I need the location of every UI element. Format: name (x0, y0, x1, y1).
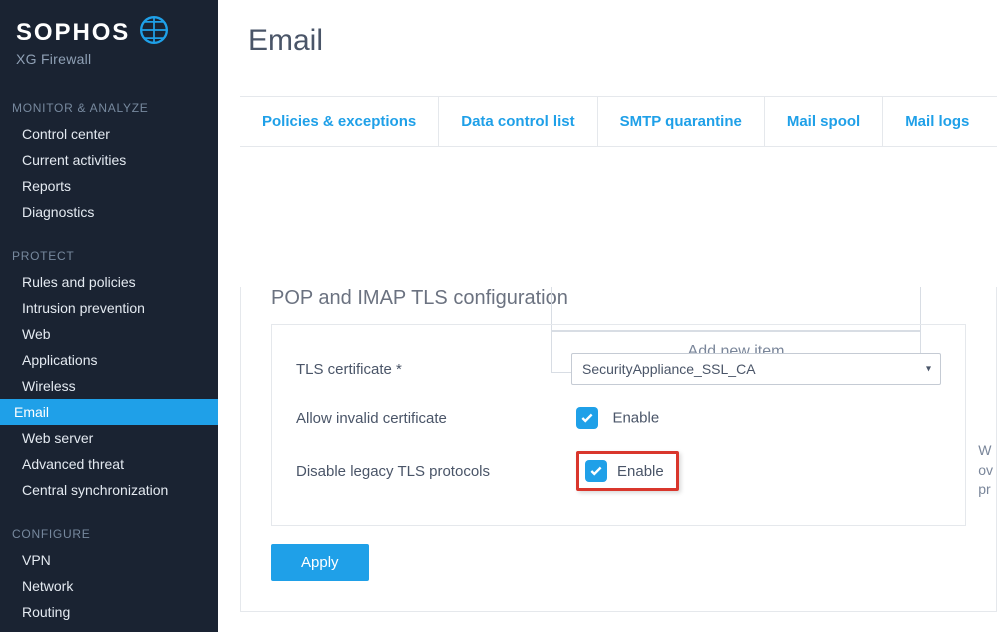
sidebar-item-web[interactable]: Web (0, 321, 218, 347)
sidebar-item-advanced-threat[interactable]: Advanced threat (0, 451, 218, 477)
sidebar-item-network[interactable]: Network (0, 573, 218, 599)
disable-legacy-text: Enable (617, 463, 664, 480)
apply-button[interactable]: Apply (271, 544, 369, 581)
tab-smtp-quarantine[interactable]: SMTP quarantine (598, 97, 765, 146)
sidebar-item-reports[interactable]: Reports (0, 173, 218, 199)
main-content: Email Policies & exceptionsData control … (218, 0, 997, 632)
sidebar-item-wireless[interactable]: Wireless (0, 373, 218, 399)
tab-data-control-list[interactable]: Data control list (439, 97, 597, 146)
tab-bar: Policies & exceptionsData control listSM… (240, 96, 997, 147)
allow-invalid-row: Allow invalid certificate Enable (296, 407, 941, 429)
nav-section-header: MONITOR & ANALYZE (0, 97, 218, 121)
tls-certificate-row: TLS certificate * SecurityAppliance_SSL_… (296, 353, 941, 385)
sidebar-item-vpn[interactable]: VPN (0, 547, 218, 573)
sidebar-item-email[interactable]: Email (0, 399, 218, 425)
sidebar-item-central-synchronization[interactable]: Central synchronization (0, 477, 218, 503)
sidebar-item-web-server[interactable]: Web server (0, 425, 218, 451)
tls-certificate-select[interactable]: SecurityAppliance_SSL_CA (571, 353, 941, 385)
disable-legacy-label: Disable legacy TLS protocols (296, 463, 576, 480)
tab-mail-logs[interactable]: Mail logs (883, 97, 991, 146)
highlight-box: Enable (576, 451, 679, 491)
nav-section-header: PROTECT (0, 245, 218, 269)
disable-legacy-checkbox[interactable] (585, 460, 607, 482)
page-title: Email (218, 0, 997, 76)
sidebar: SOPHOS XG Firewall MONITOR & ANALYZECont… (0, 0, 218, 632)
sidebar-item-applications[interactable]: Applications (0, 347, 218, 373)
sidebar-item-control-center[interactable]: Control center (0, 121, 218, 147)
nav-section-header: CONFIGURE (0, 523, 218, 547)
sidebar-item-diagnostics[interactable]: Diagnostics (0, 199, 218, 225)
logo-area: SOPHOS XG Firewall (0, 0, 218, 77)
allow-invalid-text: Enable (612, 410, 659, 427)
content-pane: Add new item co POP and IMAP TLS configu… (240, 287, 997, 612)
product-name: XG Firewall (16, 51, 202, 67)
brand-name: SOPHOS (16, 19, 130, 47)
sidebar-item-routing[interactable]: Routing (0, 599, 218, 625)
sidebar-item-current-activities[interactable]: Current activities (0, 147, 218, 173)
disable-legacy-row: Disable legacy TLS protocols Enable (296, 451, 941, 491)
allow-invalid-checkbox[interactable] (576, 407, 598, 429)
side-hint-text: Wovpr (978, 441, 993, 500)
tab-mail-spool[interactable]: Mail spool (765, 97, 883, 146)
tls-config-panel: TLS certificate * SecurityAppliance_SSL_… (271, 324, 966, 526)
allow-invalid-label: Allow invalid certificate (296, 410, 576, 427)
tls-certificate-label: TLS certificate * (296, 361, 571, 378)
sidebar-item-authentication[interactable]: Authentication (0, 625, 218, 632)
globe-icon (140, 16, 168, 49)
sidebar-item-rules-and-policies[interactable]: Rules and policies (0, 269, 218, 295)
sidebar-item-intrusion-prevention[interactable]: Intrusion prevention (0, 295, 218, 321)
tab-policies-exceptions[interactable]: Policies & exceptions (240, 97, 439, 146)
